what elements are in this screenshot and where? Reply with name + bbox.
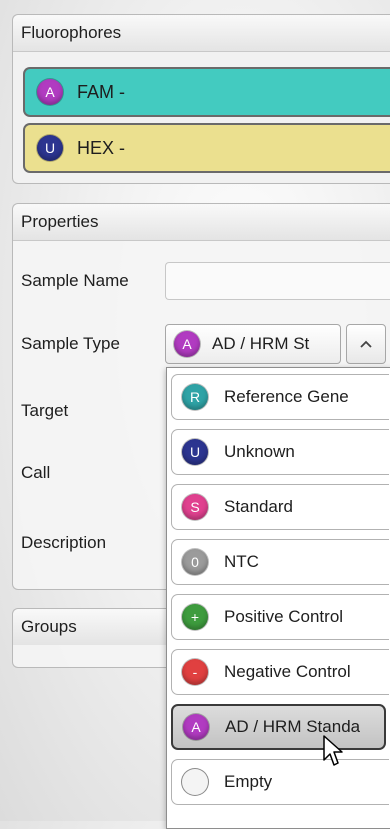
option-label: Standard — [224, 497, 293, 516]
fluorophores-panel: Fluorophores A FAM - U HEX - — [12, 14, 390, 184]
option-label: Unknown — [224, 442, 295, 461]
sample-type-badge: A — [174, 331, 200, 357]
standard-badge: S — [182, 494, 208, 520]
option-reference-gene[interactable]: R Reference Gene — [171, 374, 389, 420]
option-standard[interactable]: S Standard — [171, 484, 389, 530]
fluorophore-row-hex[interactable]: U HEX - — [23, 123, 390, 173]
sample-name-input[interactable] — [165, 262, 390, 300]
sample-type-combobox[interactable]: A AD / HRM St — [165, 324, 341, 364]
positive-control-badge: + — [182, 604, 208, 630]
ntc-badge: 0 — [182, 549, 208, 575]
option-empty[interactable]: Empty — [171, 759, 389, 805]
option-label: Negative Control — [224, 662, 351, 681]
sample-type-value: AD / HRM St — [212, 334, 310, 353]
chevron-up-icon — [360, 340, 372, 348]
option-label: Empty — [224, 772, 273, 791]
option-ad-hrm-standard[interactable]: A AD / HRM Standa — [171, 704, 386, 750]
fluorophore-badge: U — [37, 135, 63, 161]
sample-type-dropdown: R Reference Gene U Unknown S Standard 0 … — [166, 367, 390, 829]
option-negative-control[interactable]: - Negative Control — [171, 649, 389, 695]
properties-header: Properties — [13, 204, 390, 241]
option-label: NTC — [224, 552, 259, 571]
option-ntc[interactable]: 0 NTC — [171, 539, 389, 585]
fluorophore-badge: A — [37, 79, 63, 105]
fluorophore-label: FAM - — [77, 81, 125, 102]
ad-hrm-badge: A — [183, 714, 209, 740]
option-label: Positive Control — [224, 607, 344, 626]
target-label: Target — [21, 401, 69, 420]
reference-gene-badge: R — [182, 384, 208, 410]
option-label: AD / HRM Standa — [225, 717, 361, 736]
fluorophore-label: HEX - — [77, 137, 126, 158]
sample-name-label: Sample Name — [21, 271, 129, 290]
negative-control-badge: - — [182, 659, 208, 685]
mouse-pointer-icon — [323, 735, 343, 766]
description-label: Description — [21, 533, 107, 552]
fluorophores-header: Fluorophores — [13, 15, 390, 52]
combo-toggle-button[interactable] — [346, 324, 386, 364]
unknown-badge: U — [182, 439, 208, 465]
option-unknown[interactable]: U Unknown — [171, 429, 389, 475]
sample-type-label: Sample Type — [21, 334, 120, 353]
fluorophore-row-fam[interactable]: A FAM - — [23, 67, 390, 117]
option-positive-control[interactable]: + Positive Control — [171, 594, 389, 640]
call-label: Call — [21, 463, 51, 482]
empty-badge — [182, 769, 208, 795]
option-label: Reference Gene — [224, 387, 349, 406]
